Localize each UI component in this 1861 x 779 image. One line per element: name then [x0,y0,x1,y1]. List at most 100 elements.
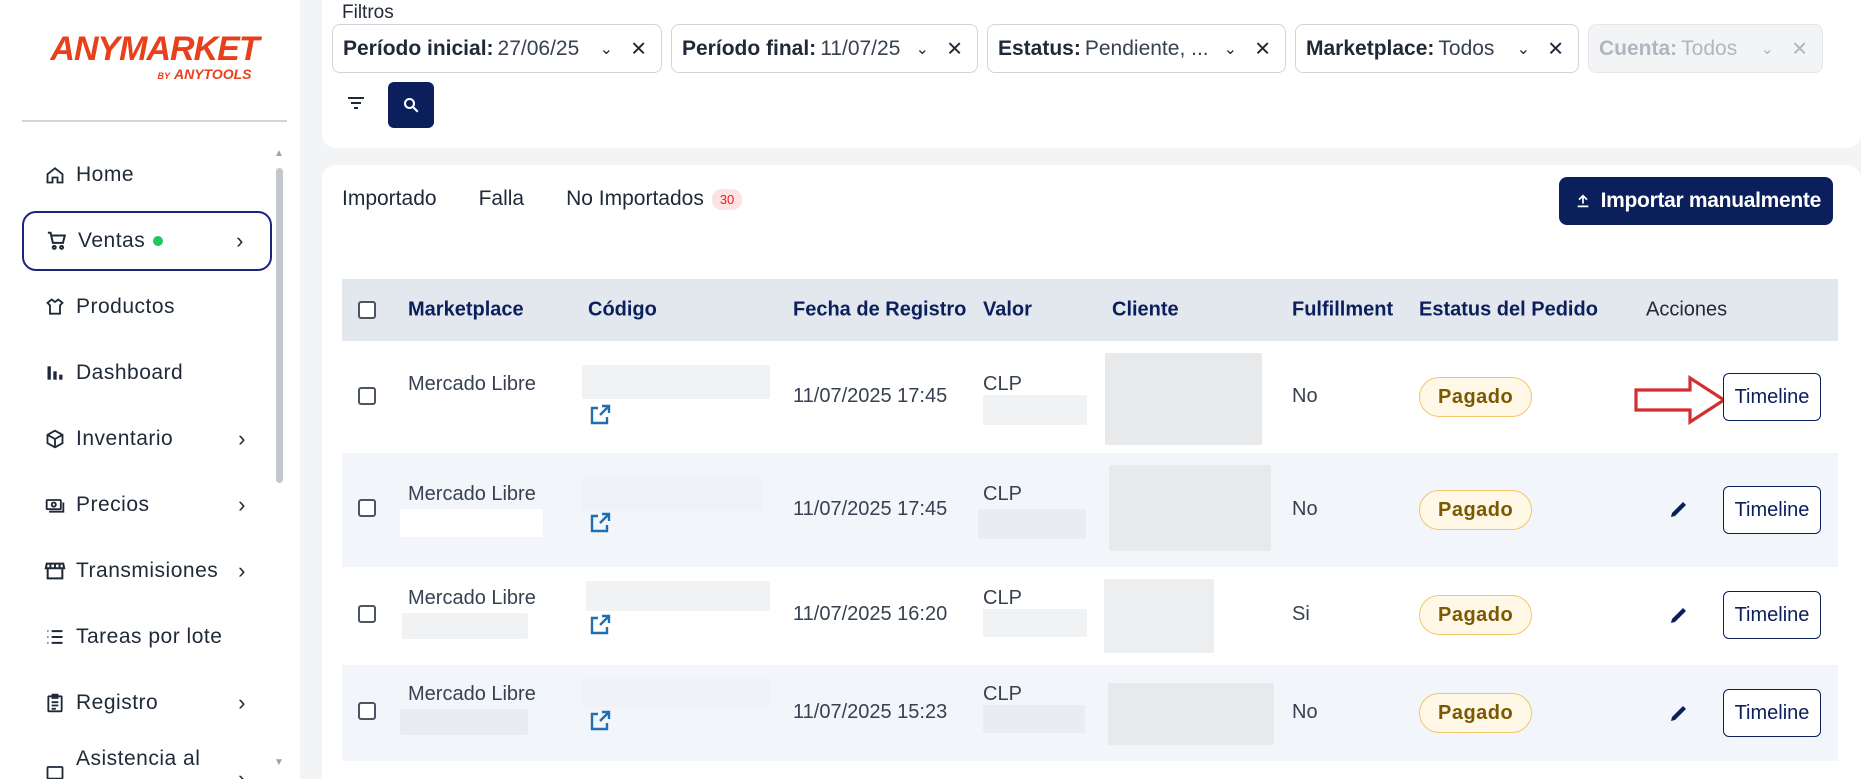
redacted-client [1108,683,1274,745]
close-icon[interactable]: ✕ [1547,36,1564,61]
filter-label: Marketplace: [1306,36,1435,60]
col-valor[interactable]: Valor [983,299,1032,322]
redacted-account [400,509,543,537]
redacted-account [400,709,528,735]
search-button[interactable] [388,82,434,128]
timeline-button[interactable]: Timeline [1723,591,1821,639]
filter-estatus[interactable]: Estatus: Pendiente, ... ⌄ ✕ [987,24,1286,73]
sidebar-item-inventario[interactable]: Inventario › [22,409,272,469]
external-link-icon[interactable] [588,709,612,733]
col-codigo[interactable]: Código [588,299,657,322]
cell-fulfillment: No [1292,701,1318,723]
cart-icon [46,230,68,252]
sidebar-item-dashboard[interactable]: Dashboard [22,343,272,403]
col-fulfillment[interactable]: Fulfillment [1292,299,1393,322]
sidebar-item-asistencia[interactable]: Asistencia al › [22,739,272,779]
help-icon [44,761,66,779]
sidebar-scrollbar[interactable]: ▲ ▼ [274,148,284,768]
filter-toggle-button[interactable] [338,85,374,121]
col-marketplace[interactable]: Marketplace [408,299,524,322]
timeline-button[interactable]: Timeline [1723,689,1821,737]
sidebar-item-productos[interactable]: Productos [22,277,272,337]
arrow-annotation-icon [1634,375,1727,425]
table-row: Mercado Libre 11/07/2025 16:20 CLP Si Pa… [342,567,1838,665]
brand-sub: ANYTOOLS [173,66,252,82]
sidebar-item-label: Inventario [76,427,174,450]
filter-value: Todos [1681,36,1738,60]
cell-marketplace: Mercado Libre [408,587,536,609]
chevron-right-icon: › [238,426,246,451]
col-fecha[interactable]: Fecha de Registro [793,299,966,322]
chevron-down-icon[interactable]: ⌄ [916,39,929,59]
sidebar-item-precios[interactable]: Precios › [22,475,272,535]
col-estatus[interactable]: Estatus del Pedido [1419,299,1598,322]
status-dot [153,236,164,246]
chevron-right-icon: › [238,558,246,583]
redacted-amount [978,509,1086,539]
table-header: Marketplace Código Fecha de Registro Val… [342,279,1838,341]
chevron-down-icon: ⌄ [1760,40,1774,58]
list-icon [44,626,66,648]
status-badge: Pagado [1419,595,1533,635]
tab-label: Importado [342,187,437,210]
timeline-button[interactable]: Timeline [1723,373,1821,421]
filter-periodo-inicial[interactable]: Período inicial: 27/06/25 ⌄ ✕ [332,24,662,73]
brand-logo[interactable]: ANYMARKET BY ANYTOOLS [22,30,287,82]
col-cliente[interactable]: Cliente [1112,299,1179,322]
sidebar-item-label: Registro [76,691,159,714]
external-link-icon[interactable] [588,403,612,427]
sidebar-item-ventas[interactable]: Ventas › [22,211,272,271]
tab-label: No Importados [566,187,704,210]
row-checkbox[interactable] [358,387,376,405]
scroll-thumb[interactable] [276,168,283,483]
chevron-down-icon[interactable]: ⌄ [1224,39,1237,59]
import-manual-button[interactable]: Importar manualmente [1558,177,1833,225]
divider [22,120,287,122]
tabs: Importado Falla No Importados 30 [342,165,743,233]
select-all-checkbox[interactable] [358,301,376,319]
upload-icon [1575,193,1591,209]
edit-icon[interactable] [1667,497,1691,521]
redacted-code [582,679,770,707]
sidebar-item-tareas-por-lote[interactable]: Tareas por lote [22,607,272,667]
redacted-client [1105,353,1262,445]
row-checkbox[interactable] [358,605,376,623]
home-icon [44,164,66,186]
edit-icon[interactable] [1667,701,1691,725]
sidebar-item-label: Tareas por lote [76,625,223,648]
orders-table: Marketplace Código Fecha de Registro Val… [342,279,1838,761]
timeline-button[interactable]: Timeline [1723,486,1821,534]
row-checkbox[interactable] [358,499,376,517]
tab-falla[interactable]: Falla [479,165,525,233]
filter-label: Período inicial: [343,36,494,60]
scroll-up-icon[interactable]: ▲ [274,148,284,159]
filter-value: 11/07/25 [820,36,901,60]
tab-no-importados[interactable]: No Importados 30 [566,165,743,233]
close-icon[interactable]: ✕ [630,36,647,61]
cell-marketplace: Mercado Libre [408,483,536,505]
sidebar-item-home[interactable]: Home [22,145,272,205]
filter-icon [348,97,364,109]
filter-label: Estatus: [998,36,1081,60]
close-icon[interactable]: ✕ [946,36,963,61]
filter-periodo-final[interactable]: Período final: 11/07/25 ⌄ ✕ [671,24,978,73]
scroll-down-icon[interactable]: ▼ [274,757,284,768]
status-badge: Pagado [1419,377,1533,417]
filters-title: Filtros [342,2,394,23]
edit-icon[interactable] [1667,603,1691,627]
sidebar-item-registro[interactable]: Registro › [22,673,272,733]
redacted-amount [983,609,1087,637]
tab-importado[interactable]: Importado [342,165,437,233]
chevron-down-icon[interactable]: ⌄ [600,39,613,59]
filter-marketplace[interactable]: Marketplace: Todos ⌄ ✕ [1295,24,1579,73]
store-icon [44,560,66,582]
chevron-down-icon[interactable]: ⌄ [1517,39,1530,59]
external-link-icon[interactable] [588,511,612,535]
row-checkbox[interactable] [358,702,376,720]
shirt-icon [44,296,66,318]
redacted-client [1109,465,1271,551]
close-icon[interactable]: ✕ [1254,36,1271,61]
external-link-icon[interactable] [588,613,612,637]
orders-panel: Importado Falla No Importados 30 Importar… [322,165,1861,779]
sidebar-item-transmisiones[interactable]: Transmisiones › [22,541,272,601]
